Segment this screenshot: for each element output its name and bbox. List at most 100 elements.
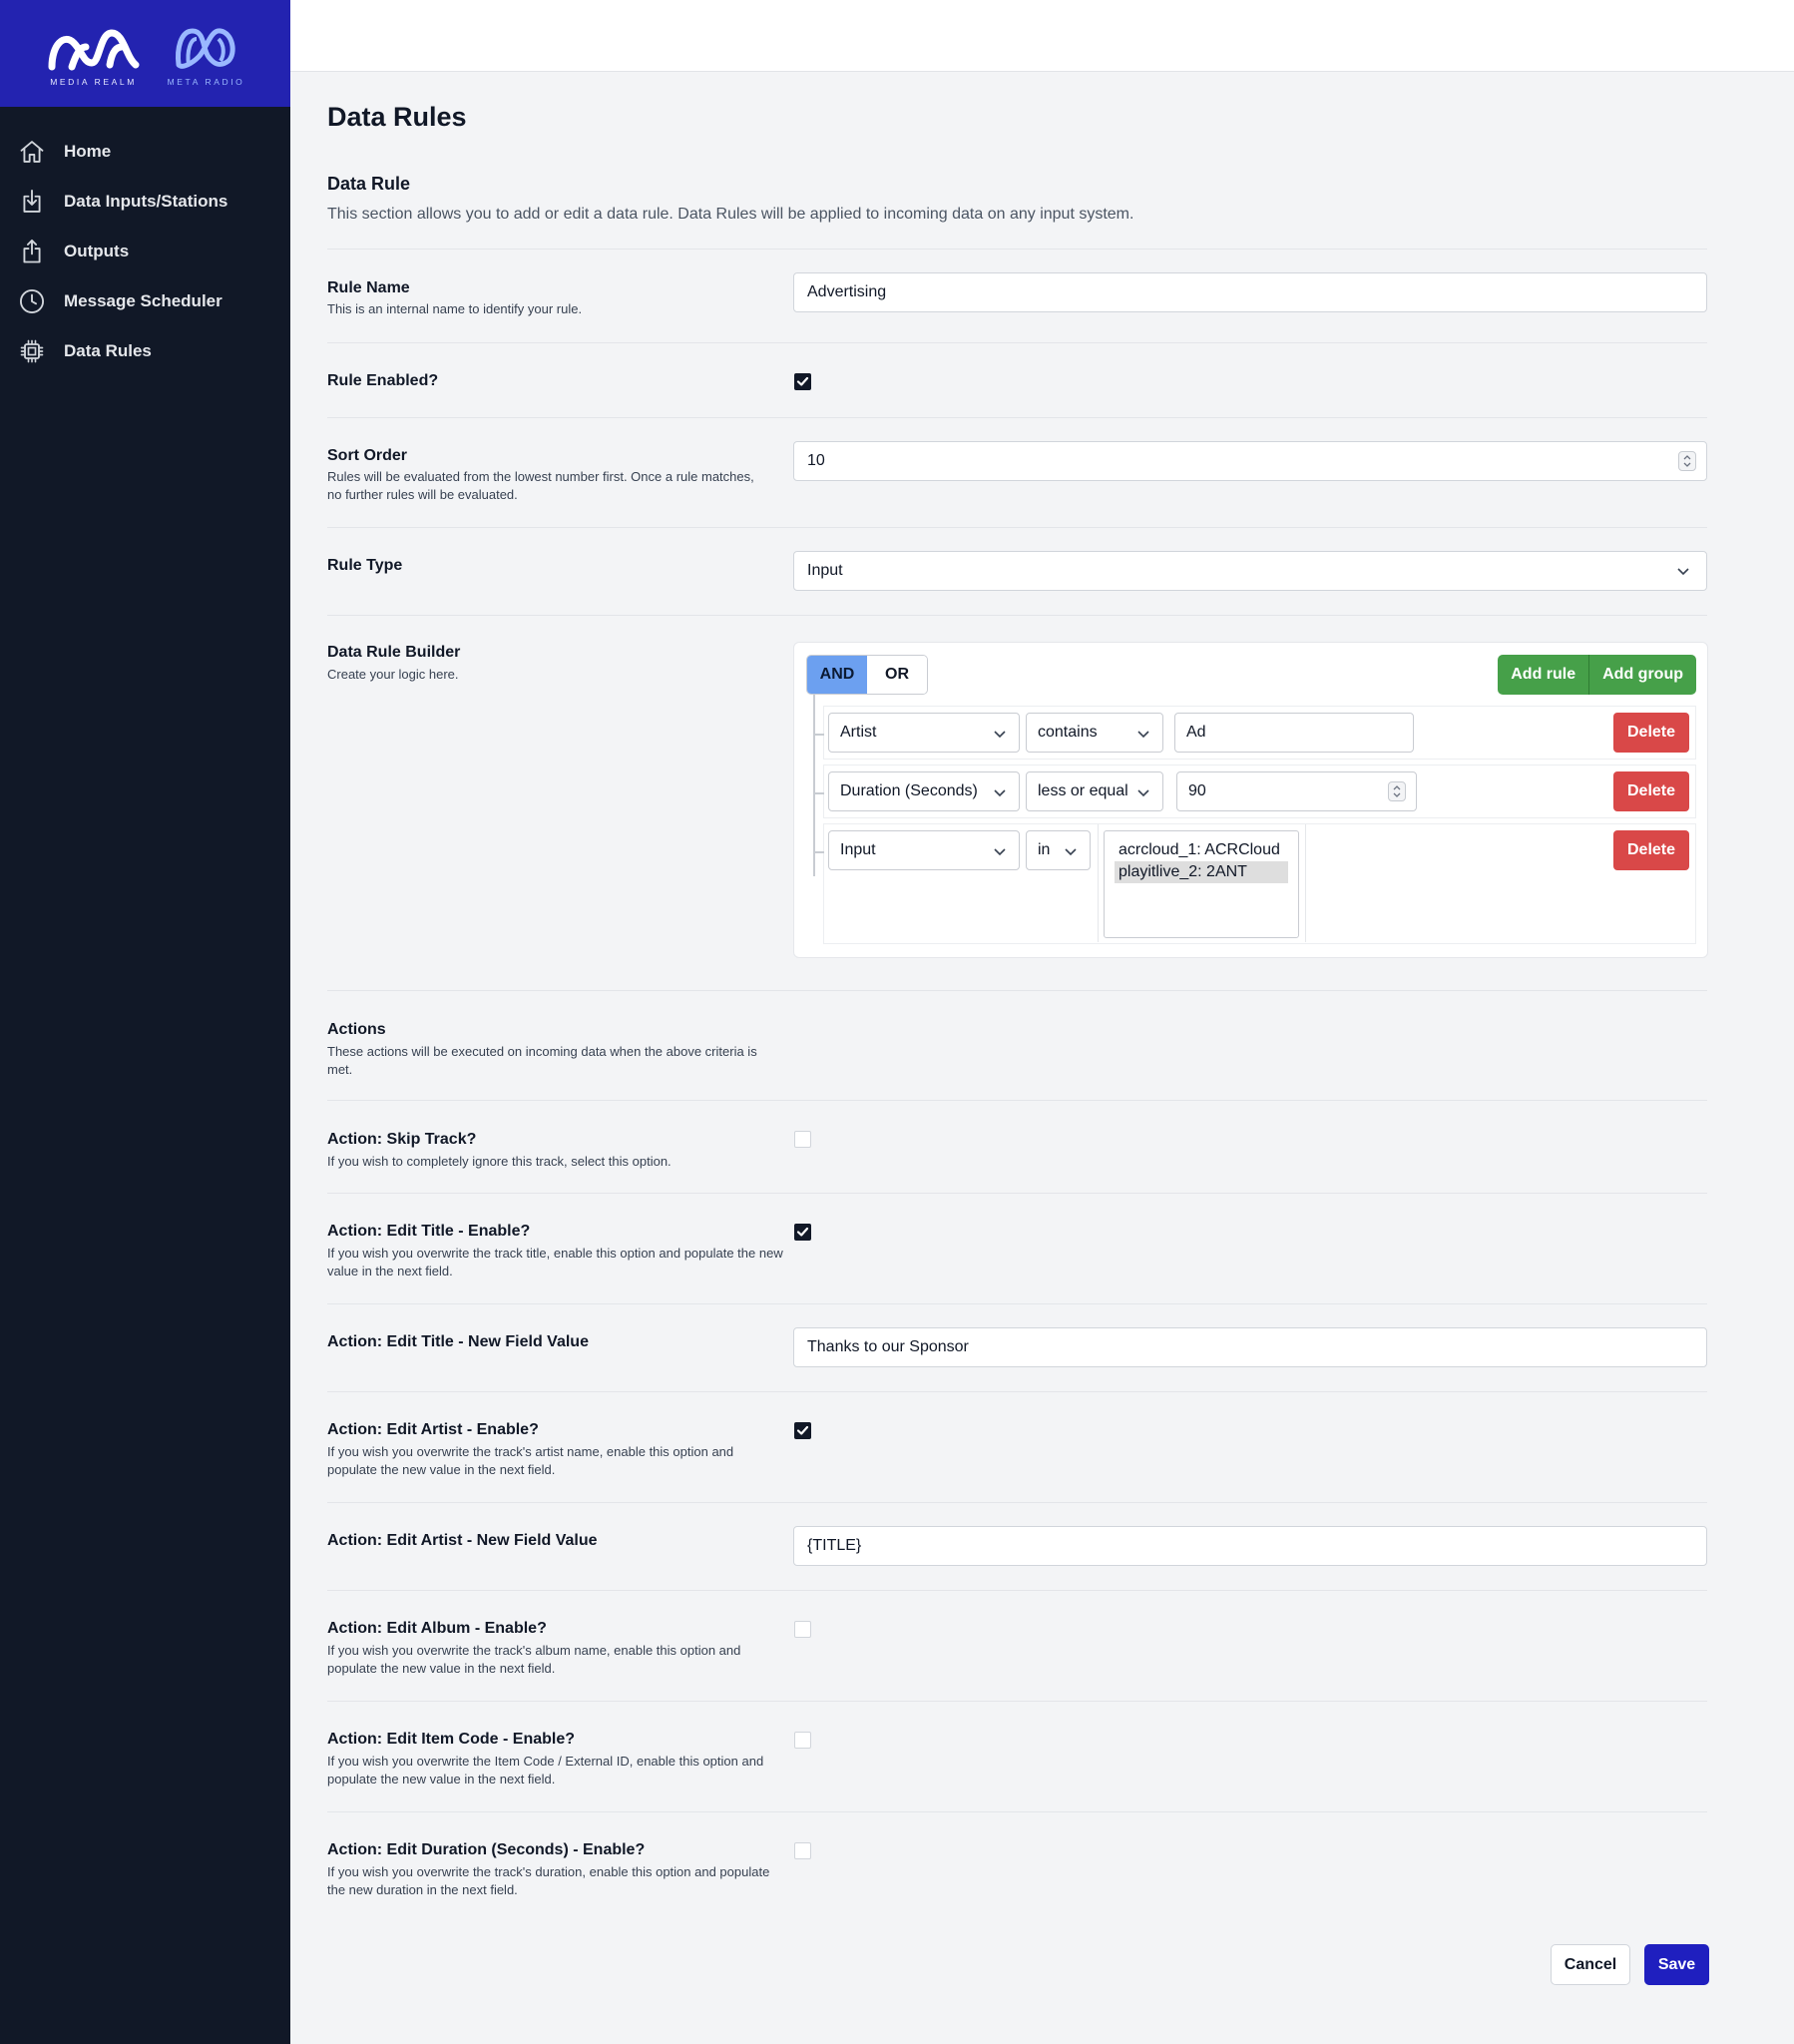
edit-title-enable-checkbox[interactable] [794, 1224, 811, 1241]
sidebar-item-label: Message Scheduler [64, 291, 223, 310]
tree-branch [814, 792, 824, 794]
rule-value-input[interactable]: Ad [1174, 713, 1414, 753]
edit-title-enable-hint: If you wish you overwrite the track titl… [327, 1246, 783, 1278]
rule-field-value: Input [840, 841, 876, 858]
rule-row: Input in acrcloud_1: ACRCloud playitlive… [814, 823, 1696, 944]
rule-name-value: Advertising [807, 283, 887, 300]
check-icon [796, 1227, 809, 1237]
sidebar-item-label: Data Rules [64, 341, 152, 360]
rule-operator-select[interactable]: less or equal [1026, 771, 1163, 811]
chevron-down-icon [1137, 789, 1149, 797]
edit-duration-enable-row: Action: Edit Duration (Seconds) - Enable… [327, 1811, 1707, 1922]
rule-field-value: Artist [840, 724, 877, 741]
edit-duration-enable-checkbox[interactable] [794, 1842, 811, 1859]
chevron-down-icon [1065, 848, 1077, 856]
actions-label: Actions [327, 1021, 386, 1038]
edit-album-enable-hint: If you wish you overwrite the track's al… [327, 1643, 741, 1676]
check-icon [796, 1425, 809, 1435]
edit-duration-enable-label: Action: Edit Duration (Seconds) - Enable… [327, 1841, 646, 1858]
rule-operator-value: in [1038, 841, 1051, 858]
skip-track-checkbox[interactable] [794, 1131, 811, 1148]
cancel-button[interactable]: Cancel [1551, 1944, 1630, 1985]
sidebar-item-message-scheduler[interactable]: Message Scheduler [0, 276, 290, 326]
rule-builder-label: Data Rule Builder [327, 644, 461, 661]
chip-icon [20, 339, 44, 363]
sort-order-input[interactable]: 10 [793, 441, 1707, 481]
edit-artist-value-label: Action: Edit Artist - New Field Value [327, 1532, 598, 1549]
media-realm-caption: MEDIA REALM [50, 76, 137, 87]
and-button[interactable]: AND [807, 656, 867, 694]
rule-operator-value: less or equal [1038, 782, 1128, 799]
sidebar-item-data-inputs[interactable]: Data Inputs/Stations [0, 177, 290, 227]
or-button[interactable]: OR [867, 656, 927, 694]
clock-icon [19, 288, 45, 314]
edit-title-value-input[interactable]: Thanks to our Sponsor [793, 1327, 1707, 1367]
rule-name-label: Rule Name [327, 279, 410, 296]
media-realm-logo[interactable]: MEDIA REALM [46, 25, 142, 87]
skip-track-row: Action: Skip Track? If you wish to compl… [327, 1100, 1707, 1193]
delete-rule-button[interactable]: Delete [1613, 830, 1689, 870]
tree-connector [813, 695, 815, 876]
edit-item-code-enable-hint: If you wish you overwrite the Item Code … [327, 1754, 764, 1787]
actions-hint: These actions will be executed on incomi… [327, 1044, 757, 1077]
save-button[interactable]: Save [1644, 1944, 1709, 1985]
add-rule-button[interactable]: Add rule [1498, 655, 1589, 695]
delete-rule-button[interactable]: Delete [1613, 771, 1689, 811]
rule-value-text: 90 [1188, 782, 1206, 799]
inbox-download-icon [23, 189, 41, 213]
rule-field-select[interactable]: Duration (Seconds) [828, 771, 1020, 811]
rule-operator-value: contains [1038, 724, 1098, 741]
add-group-button[interactable]: Add group [1588, 655, 1696, 695]
rule-value-text: Ad [1186, 724, 1206, 741]
section-description: This section allows you to add or edit a… [327, 206, 1134, 223]
sort-order-label: Sort Order [327, 447, 408, 464]
rule-field-select[interactable]: Artist [828, 713, 1020, 753]
multiselect-option-selected[interactable]: playitlive_2: 2ANT [1115, 861, 1288, 883]
rule-value-multiselect[interactable]: acrcloud_1: ACRCloud playitlive_2: 2ANT [1104, 830, 1299, 938]
meta-radio-caption: META RADIO [167, 76, 245, 87]
sidebar-item-home[interactable]: Home [0, 127, 290, 177]
sidebar-item-label: Home [64, 142, 112, 161]
rule-enabled-label: Rule Enabled? [327, 372, 439, 389]
sort-order-row: Sort Order Rules will be evaluated from … [327, 417, 1707, 527]
rule-field-select[interactable]: Input [828, 830, 1020, 870]
edit-artist-value-input[interactable]: {TITLE} [793, 1526, 1707, 1566]
rule-name-hint: This is an internal name to identify you… [327, 301, 583, 316]
sidebar-nav: Home Data Inputs/Stations Outputs Messag… [0, 107, 290, 376]
page-title: Data Rules [327, 102, 467, 132]
rule-name-input[interactable]: Advertising [793, 272, 1707, 312]
edit-title-value-row: Action: Edit Title - New Field Value Tha… [327, 1303, 1707, 1391]
media-realm-logo-icon [48, 28, 140, 70]
edit-item-code-enable-checkbox[interactable] [794, 1732, 811, 1749]
chevron-down-icon [994, 848, 1006, 856]
edit-artist-value-text: {TITLE} [807, 1537, 862, 1554]
check-icon [796, 376, 809, 386]
edit-title-enable-label: Action: Edit Title - Enable? [327, 1223, 531, 1240]
number-stepper[interactable] [1678, 451, 1696, 471]
meta-radio-logo-icon [176, 27, 236, 69]
sidebar-item-outputs[interactable]: Outputs [0, 227, 290, 276]
tree-branch [814, 734, 824, 736]
multiselect-option[interactable]: acrcloud_1: ACRCloud [1115, 839, 1288, 861]
delete-rule-button[interactable]: Delete [1613, 713, 1689, 753]
sidebar-item-data-rules[interactable]: Data Rules [0, 326, 290, 376]
brand-header: MEDIA REALM META RADIO [0, 0, 290, 107]
rule-value-number-input[interactable]: 90 [1176, 771, 1417, 811]
skip-track-hint: If you wish to completely ignore this tr… [327, 1154, 672, 1169]
chevron-down-icon [994, 731, 1006, 739]
edit-artist-enable-checkbox[interactable] [794, 1422, 811, 1439]
chevron-down-icon [1677, 568, 1689, 576]
meta-radio-logo[interactable]: META RADIO [168, 25, 245, 87]
rule-type-select[interactable]: Input [793, 551, 1707, 591]
edit-album-enable-row: Action: Edit Album - Enable? If you wish… [327, 1590, 1707, 1701]
rule-operator-select[interactable]: contains [1026, 713, 1163, 753]
rule-name-row: Rule Name This is an internal name to id… [327, 249, 1707, 342]
rule-enabled-checkbox[interactable] [794, 373, 811, 390]
divider [1098, 824, 1099, 942]
chevron-down-icon [1137, 731, 1149, 739]
sidebar-item-label: Outputs [64, 242, 130, 260]
skip-track-label: Action: Skip Track? [327, 1131, 477, 1148]
rule-operator-select[interactable]: in [1026, 830, 1091, 870]
number-stepper[interactable] [1388, 781, 1406, 801]
edit-album-enable-checkbox[interactable] [794, 1621, 811, 1638]
